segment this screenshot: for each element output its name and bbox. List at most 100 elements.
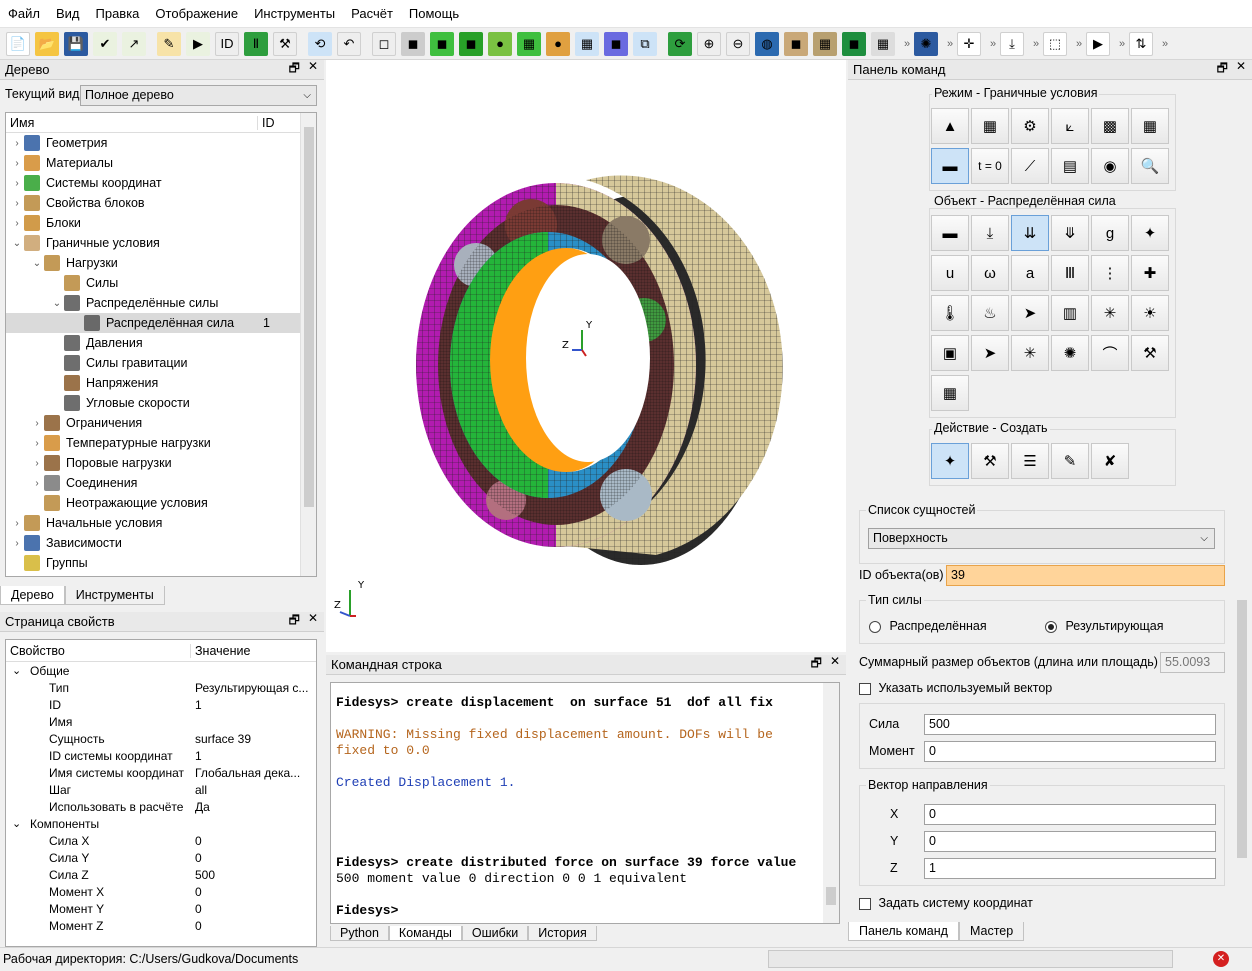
hammer-icon[interactable]: ⚒ — [273, 31, 297, 56]
error-icon[interactable]: ✕ — [1213, 951, 1229, 967]
action-edit-button[interactable]: ✎ — [1051, 443, 1089, 479]
chevron-right-icon[interactable]: › — [10, 218, 24, 229]
menu-6[interactable]: Помощь — [401, 0, 467, 28]
menu-4[interactable]: Инструменты — [246, 0, 343, 28]
y-input[interactable]: 0 — [924, 831, 1216, 852]
menu-5[interactable]: Расчёт — [343, 0, 401, 28]
tree-item[interactable]: › Зависимости — [6, 533, 316, 553]
tree-item[interactable]: › Системы координат — [6, 173, 316, 193]
property-row[interactable]: ID 1 — [6, 696, 316, 713]
tree-item[interactable]: Давления — [6, 333, 316, 353]
obj-gravity-button[interactable]: g — [1091, 215, 1129, 251]
console-output[interactable]: Fidesys> create displacement on surface … — [330, 682, 840, 924]
chevron-down-icon[interactable]: ⌄ — [12, 664, 30, 677]
close-icon[interactable]: ✕ — [1236, 59, 1246, 80]
mode-calculator-button[interactable]: ▤ — [1051, 148, 1089, 184]
property-row[interactable]: Момент Y 0 — [6, 900, 316, 917]
green-cube-icon[interactable]: ◼ — [842, 31, 866, 56]
property-row[interactable]: Сила X 0 — [6, 832, 316, 849]
obj-pore-button[interactable]: ▣ — [931, 335, 969, 371]
mode-elements-button[interactable]: ▦ — [1131, 108, 1169, 144]
load-arrow-icon[interactable]: ⤓ — [1000, 31, 1024, 56]
obj-column-button[interactable]: Ⅲ — [1051, 255, 1089, 291]
open-folder-icon[interactable]: 📂 — [35, 31, 59, 56]
obj-distributed-force-button[interactable]: ⇊ — [1011, 215, 1049, 251]
sort-icon[interactable]: ⇅ — [1129, 31, 1153, 56]
toolbar-overflow-icon[interactable]: » — [943, 33, 957, 55]
obj-acceleration-button[interactable]: a — [1011, 255, 1049, 291]
property-row[interactable]: Шаг all — [6, 781, 316, 798]
select-icon[interactable]: ⟲ — [308, 31, 332, 56]
property-row[interactable]: ID системы координат 1 — [6, 747, 316, 764]
cluster-icon[interactable]: ✺ — [914, 31, 938, 56]
tree-item[interactable]: › Начальные условия — [6, 513, 316, 533]
id-icon[interactable]: ID — [215, 31, 239, 56]
run-icon[interactable]: ▶ — [1086, 31, 1110, 56]
zoom-out-icon[interactable]: ⊖ — [726, 31, 750, 56]
property-row[interactable]: Имя системы координат Глобальная дека... — [6, 764, 316, 781]
obj-sun-button[interactable]: ☀ — [1131, 295, 1169, 331]
close-icon[interactable]: ✕ — [308, 59, 318, 80]
toolbar-overflow-icon[interactable]: » — [900, 33, 914, 55]
mode-analysis-button[interactable]: ◉ — [1091, 148, 1129, 184]
obj-spring-button[interactable]: ⌒ — [1091, 335, 1129, 371]
tree-item[interactable]: › Блоки — [6, 213, 316, 233]
property-group-components[interactable]: ⌄ Компоненты — [6, 815, 316, 832]
console-tab-1[interactable]: Команды — [388, 926, 462, 941]
tree-item[interactable]: › Свойства блоков — [6, 193, 316, 213]
close-icon[interactable]: ✕ — [308, 611, 318, 632]
mode-initial-conditions-button[interactable]: t = 0 — [971, 148, 1009, 184]
form-scrollbar-thumb[interactable] — [1237, 600, 1247, 858]
toolbar-overflow-icon[interactable]: » — [1158, 33, 1172, 55]
obj-cubes-button[interactable]: ▦ — [931, 375, 969, 411]
tree-item[interactable]: Распределённая сила 1 — [6, 313, 316, 333]
tree-item[interactable]: ⌄ Нагрузки — [6, 253, 316, 273]
tree-item[interactable]: Силы — [6, 273, 316, 293]
form-scrollbar[interactable] — [1234, 508, 1250, 916]
toolbar-overflow-icon[interactable]: » — [986, 33, 1000, 55]
float-icon[interactable]: 🗗 — [289, 611, 300, 632]
view-select[interactable]: Полное дерево ⌵ — [80, 85, 317, 106]
mode-materials-button[interactable]: ⚙ — [1011, 108, 1049, 144]
property-row[interactable]: Использовать в расчёте Да — [6, 798, 316, 815]
menu-3[interactable]: Отображение — [147, 0, 246, 28]
tree-item[interactable]: Напряжения — [6, 373, 316, 393]
obj-hammer-button[interactable]: ⚒ — [1131, 335, 1169, 371]
chevron-right-icon[interactable]: › — [10, 138, 24, 149]
tree-item[interactable]: › Поровые нагрузки — [6, 453, 316, 473]
chevron-right-icon[interactable]: › — [30, 478, 44, 489]
col-id-header[interactable]: ID — [258, 116, 275, 130]
console-scrollbar-thumb[interactable] — [826, 887, 836, 905]
action-create-button[interactable]: ✦ — [931, 443, 969, 479]
check-icon[interactable]: ✔ — [93, 31, 117, 56]
use-vector-checkbox[interactable] — [859, 682, 871, 695]
tree-item[interactable]: › Ограничения — [6, 413, 316, 433]
property-row[interactable]: Момент X 0 — [6, 883, 316, 900]
texture-icon[interactable]: ▦ — [813, 31, 837, 56]
obj-stress-button[interactable]: ✦ — [1131, 215, 1169, 251]
tree-scrollbar-thumb[interactable] — [304, 127, 314, 507]
mesh-cube-icon[interactable]: ▦ — [517, 31, 541, 56]
edit-icon[interactable]: ✎ — [157, 31, 181, 56]
cube-gray-icon[interactable]: ◼ — [401, 31, 425, 56]
tree-item[interactable]: Угловые скорости — [6, 393, 316, 413]
mode-boundary-button[interactable]: ▬ — [931, 148, 969, 184]
box-icon[interactable]: ◼ — [784, 31, 808, 56]
obj-flux-button[interactable]: ➤ — [1011, 295, 1049, 331]
tree-item[interactable]: › Температурные нагрузки — [6, 433, 316, 453]
mode-blocks-button[interactable]: ▩ — [1091, 108, 1129, 144]
chevron-down-icon[interactable]: ⌄ — [12, 817, 30, 830]
mode-geometry-button[interactable]: ▲ — [931, 108, 969, 144]
obj-bc-button[interactable]: ▬ — [931, 215, 969, 251]
console-tab-3[interactable]: История — [528, 926, 597, 941]
console-scrollbar[interactable] — [823, 683, 839, 923]
cube-solid-icon[interactable]: ◼ — [459, 31, 483, 56]
float-icon[interactable]: 🗗 — [289, 59, 300, 80]
tree-item[interactable]: ⌄ Граничные условия — [6, 233, 316, 253]
toolbar-overflow-icon[interactable]: » — [1115, 33, 1129, 55]
play-script-icon[interactable]: ▶ — [186, 31, 210, 56]
obj-contact-button[interactable]: ⋮ — [1091, 255, 1129, 291]
tree-item[interactable]: Неотражающие условия — [6, 493, 316, 513]
export-icon[interactable]: ↗ — [122, 31, 146, 56]
radio-distributed[interactable] — [869, 620, 881, 633]
